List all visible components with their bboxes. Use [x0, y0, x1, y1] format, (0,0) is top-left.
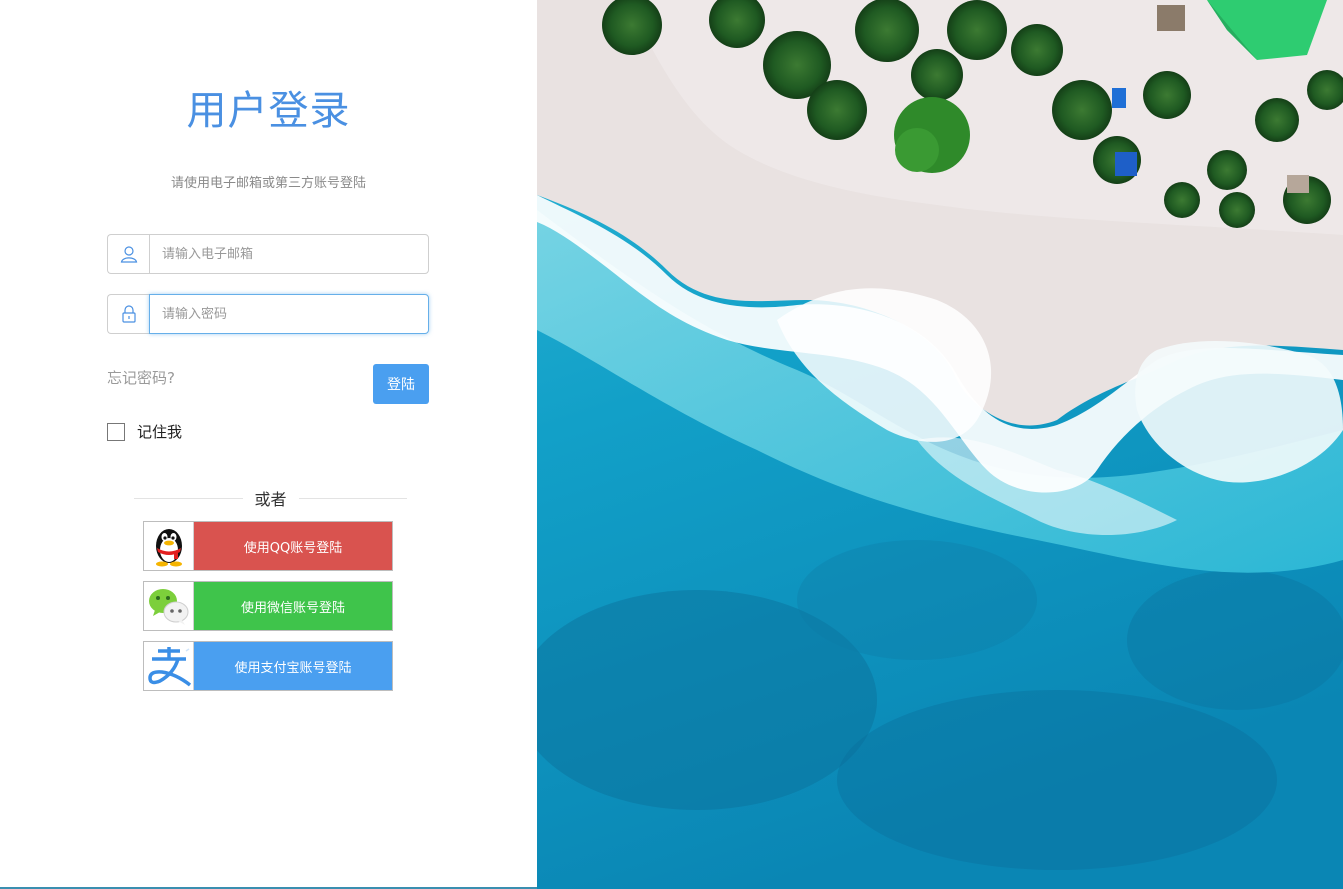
wechat-login-label: 使用微信账号登陆: [194, 582, 392, 630]
remember-me-checkbox[interactable]: [107, 422, 125, 441]
alipay-login-label: 使用支付宝账号登陆: [194, 642, 392, 690]
login-button[interactable]: 登陆: [373, 364, 429, 404]
user-icon: [107, 234, 149, 274]
remember-me: 记住我: [107, 421, 182, 442]
beach-hero-image: [537, 0, 1343, 889]
page-title: 用户登录: [186, 88, 351, 134]
wechat-login-button[interactable]: 使用微信账号登陆: [143, 581, 393, 631]
qq-login-button[interactable]: 使用QQ账号登陆: [143, 521, 393, 571]
qq-login-label: 使用QQ账号登陆: [194, 522, 392, 570]
lock-icon: [107, 294, 149, 334]
divider-text: 或者: [254, 490, 287, 509]
email-field[interactable]: [149, 234, 429, 274]
page-subtitle: 请使用电子邮箱或第三方账号登陆: [170, 176, 366, 191]
password-field[interactable]: [149, 294, 429, 334]
wechat-icon: [144, 582, 194, 630]
qq-penguin-icon: [144, 522, 194, 570]
or-divider: 或者: [134, 486, 408, 510]
login-panel: 用户登录 请使用电子邮箱或第三方账号登陆 忘记密码? 登陆: [0, 0, 537, 887]
login-page: 用户登录 请使用电子邮箱或第三方账号登陆 忘记密码? 登陆: [0, 0, 1343, 889]
alipay-login-button[interactable]: 使用支付宝账号登陆: [143, 641, 393, 691]
password-input-group: [107, 294, 429, 334]
forgot-password-link[interactable]: 忘记密码?: [107, 367, 175, 388]
email-input-group: [107, 234, 429, 274]
divider-line-right: [298, 497, 408, 499]
divider-line-left: [134, 497, 243, 499]
alipay-icon: [144, 642, 194, 690]
remember-me-label[interactable]: 记住我: [137, 421, 182, 442]
